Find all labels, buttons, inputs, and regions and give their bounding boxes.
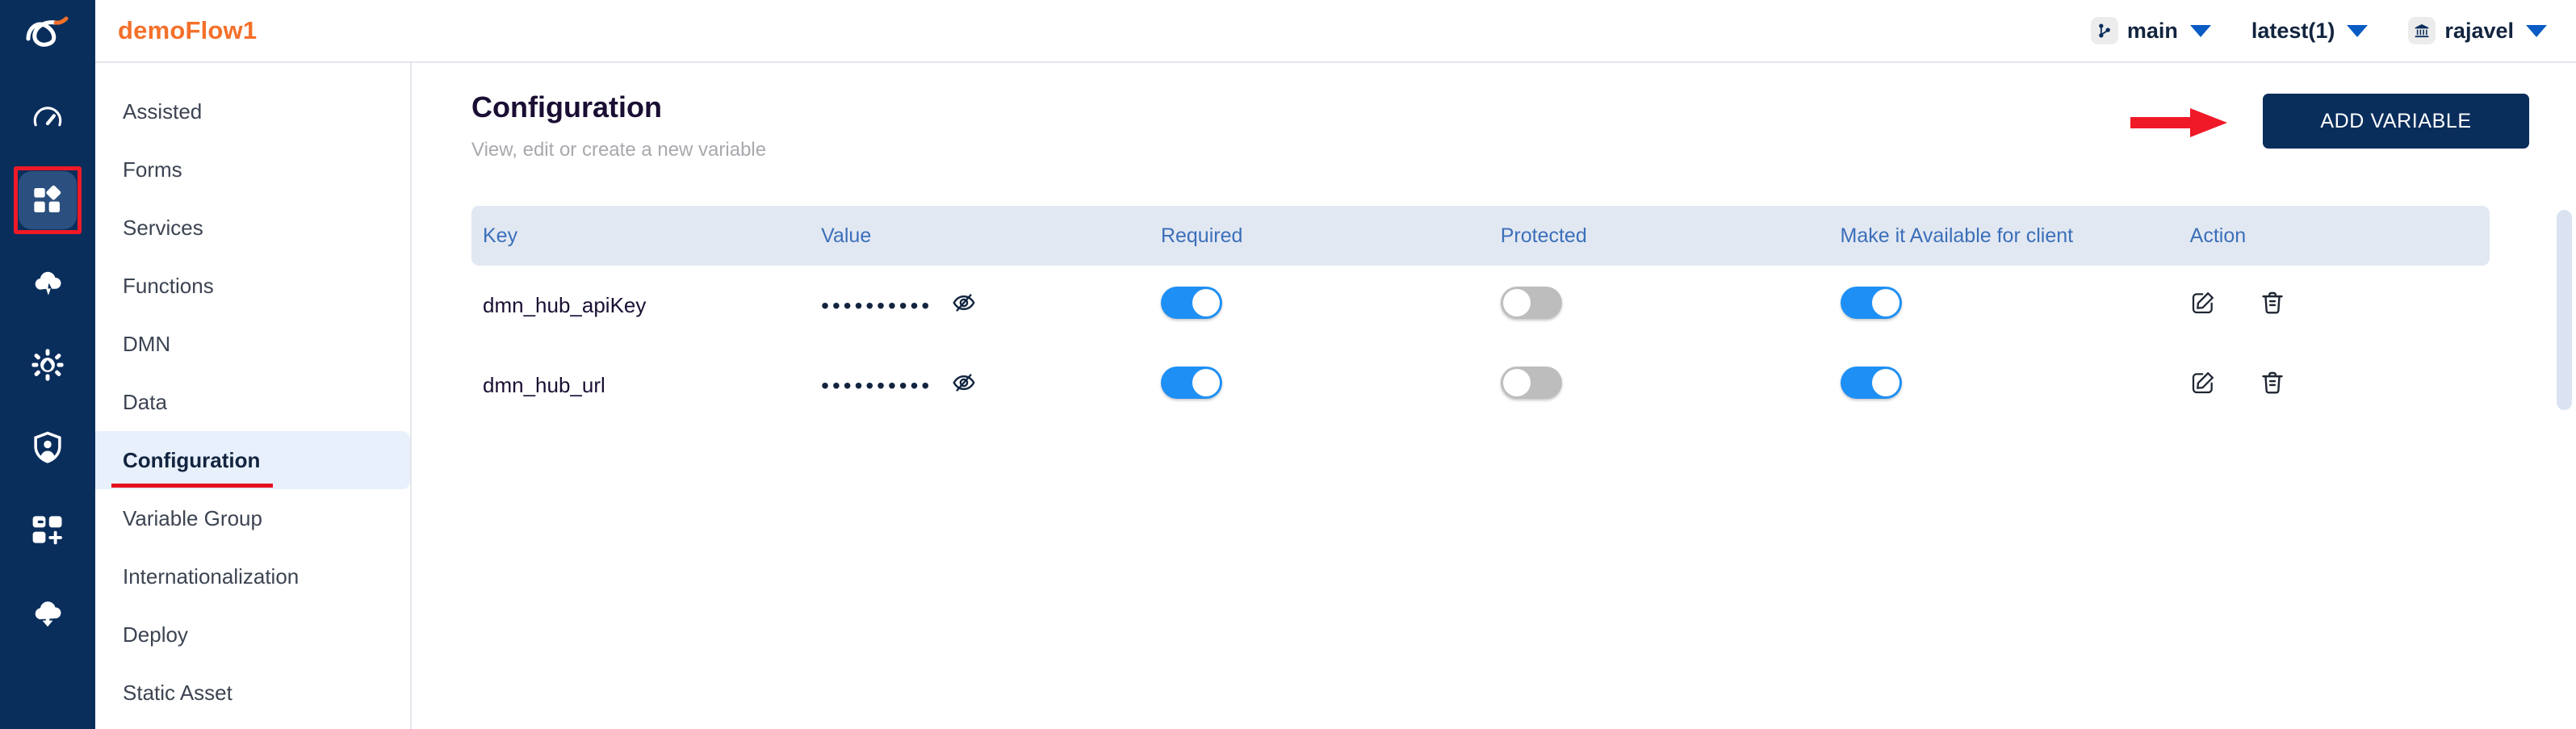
sidebar-item-label: Static Asset xyxy=(123,680,232,705)
eye-off-icon[interactable] xyxy=(952,371,976,400)
sidebar-item-configuration[interactable]: Configuration xyxy=(95,431,410,489)
edit-icon[interactable] xyxy=(2190,290,2216,321)
column-header-action: Action xyxy=(2189,224,2247,247)
git-branch-icon xyxy=(2090,17,2118,44)
cell-value: •••••••••• xyxy=(821,266,1161,346)
top-header: demoFlow1 main latest(1) rajavel xyxy=(95,0,2576,63)
sidebar-item-label: Data xyxy=(123,389,167,414)
page-title: Configuration xyxy=(471,90,662,124)
column-header-required: Required xyxy=(1160,224,1243,247)
masked-value: •••••••••• xyxy=(821,292,933,318)
cell-action xyxy=(2190,346,2490,425)
sidebar-item-label: Assisted xyxy=(123,98,203,124)
sidebar-item-deploy[interactable]: Deploy xyxy=(95,605,410,664)
red-arrow-annotation xyxy=(2130,108,2227,137)
masked-value: •••••••••• xyxy=(821,372,933,398)
sidebar-rail-data[interactable] xyxy=(19,336,77,394)
version-label: latest(1) xyxy=(2251,18,2335,43)
page-header: Configuration View, edit or create a new… xyxy=(413,63,2576,161)
main-content: Configuration View, edit or create a new… xyxy=(413,63,2576,729)
edit-icon[interactable] xyxy=(2190,370,2216,401)
data-droplet-wheel-icon xyxy=(31,348,65,382)
sidebar-item-static-asset[interactable]: Static Asset xyxy=(95,664,410,722)
sidebar-item-data[interactable]: Data xyxy=(95,373,410,431)
table-head: Key Value Required Protected Make it Ava… xyxy=(471,206,2490,266)
cell-protected xyxy=(1500,346,1841,425)
shield-user-icon xyxy=(31,430,65,464)
sidebar-item-label: DMN xyxy=(123,331,171,356)
delete-icon[interactable] xyxy=(2260,370,2285,401)
sidebar-rail-events[interactable] xyxy=(19,253,77,312)
sidebar-nav: Assisted Forms Services Functions DMN Da… xyxy=(95,63,412,729)
sidebar-item-functions[interactable]: Functions xyxy=(95,257,410,315)
sidebar-item-services[interactable]: Services xyxy=(95,199,410,257)
cell-available-for-client xyxy=(1840,266,2190,346)
column-header-protected: Protected xyxy=(1500,224,1587,247)
column-header-key: Key xyxy=(483,224,518,247)
cell-key: dmn_hub_url xyxy=(483,373,605,397)
sidebar-rail-deploy[interactable] xyxy=(19,583,77,641)
table-row: dmn_hub_url •••••••••• xyxy=(471,346,2490,425)
chevron-down-icon[interactable] xyxy=(2526,24,2547,37)
cell-value: •••••••••• xyxy=(821,346,1161,425)
protected-toggle[interactable] xyxy=(1500,367,1562,399)
sidebar-item-assisted[interactable]: Assisted xyxy=(95,82,410,140)
chevron-down-icon[interactable] xyxy=(2347,24,2369,37)
cell-key: dmn_hub_apiKey xyxy=(483,293,647,317)
sidebar-item-label: Internationalization xyxy=(123,564,299,589)
sidebar-rail-add-module[interactable] xyxy=(19,501,77,559)
branch-selector[interactable]: main xyxy=(2090,17,2211,44)
column-header-available-for-client: Make it Available for client xyxy=(1840,224,2074,247)
app-logo[interactable] xyxy=(0,8,95,57)
required-toggle[interactable] xyxy=(1160,367,1222,399)
add-variable-button[interactable]: ADD VARIABLE xyxy=(2263,94,2529,149)
column-header-value: Value xyxy=(821,224,872,247)
table-row: dmn_hub_apiKey •••••••••• xyxy=(471,266,2490,346)
page-subtitle: View, edit or create a new variable xyxy=(471,139,767,161)
table-header-row: Key Value Required Protected Make it Ava… xyxy=(471,206,2490,266)
cloud-download-icon xyxy=(31,595,65,629)
sidebar-item-label: Forms xyxy=(123,157,182,182)
variables-table-container: Key Value Required Protected Make it Ava… xyxy=(471,206,2572,425)
variables-table: Key Value Required Protected Make it Ava… xyxy=(471,206,2490,425)
sidebar-rail-apps[interactable] xyxy=(14,166,82,234)
sidebar-item-label: Functions xyxy=(123,273,214,298)
flow-title: demoFlow1 xyxy=(118,16,258,44)
available-for-client-toggle[interactable] xyxy=(1840,287,1902,319)
available-for-client-toggle[interactable] xyxy=(1840,367,1902,399)
workspace-label: rajavel xyxy=(2444,18,2514,43)
sidebar-item-variable-group[interactable]: Variable Group xyxy=(95,489,410,547)
workspace-selector[interactable]: rajavel xyxy=(2408,17,2547,44)
sidebar-item-label: Configuration xyxy=(123,447,261,472)
cell-required xyxy=(1160,266,1501,346)
sidebar-item-label: Deploy xyxy=(123,622,188,647)
branch-label: main xyxy=(2126,18,2178,43)
bank-institution-icon xyxy=(2408,17,2436,44)
icon-rail xyxy=(0,0,95,729)
version-selector[interactable]: latest(1) xyxy=(2251,19,2369,44)
cell-action xyxy=(2190,266,2490,346)
sidebar-item-label: Services xyxy=(123,215,203,240)
cell-available-for-client xyxy=(1840,346,2190,425)
cell-required xyxy=(1160,346,1501,425)
apps-grid-icon xyxy=(31,184,64,216)
header-controls: main latest(1) rajavel xyxy=(2090,17,2547,44)
protected-toggle[interactable] xyxy=(1500,287,1562,319)
gauge-dashboard-icon xyxy=(31,101,65,135)
vertical-scrollbar[interactable] xyxy=(2557,210,2572,410)
sidebar-item-forms[interactable]: Forms xyxy=(95,140,410,199)
sidebar-item-dmn[interactable]: DMN xyxy=(95,315,410,373)
sidebar-item-label: Variable Group xyxy=(123,505,262,530)
required-toggle[interactable] xyxy=(1160,287,1222,319)
sidebar-rail-dashboard[interactable] xyxy=(19,89,77,147)
sidebar-item-internationalization[interactable]: Internationalization xyxy=(95,547,410,605)
delete-icon[interactable] xyxy=(2260,290,2285,321)
eye-off-icon[interactable] xyxy=(952,291,976,321)
apps-add-icon xyxy=(31,513,65,547)
cell-protected xyxy=(1500,266,1841,346)
cloud-lightning-icon xyxy=(31,266,65,300)
table-body: dmn_hub_apiKey •••••••••• dmn_hub_url ••… xyxy=(471,266,2490,425)
sidebar-rail-security[interactable] xyxy=(19,418,77,476)
chevron-down-icon[interactable] xyxy=(2189,24,2211,37)
